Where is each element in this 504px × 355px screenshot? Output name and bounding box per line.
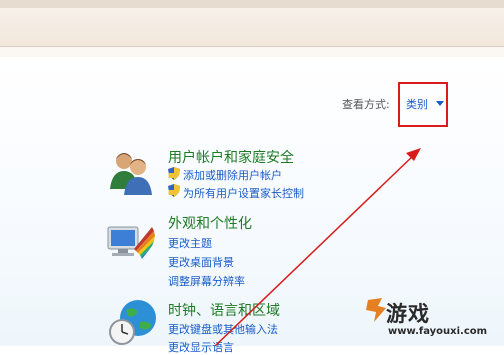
site-watermark: 游戏 www.fayouxi.com: [364, 294, 504, 346]
watermark-brand-text: 游戏: [386, 302, 430, 326]
watermark-logo-icon: [366, 298, 386, 322]
watermark-url-text: www.fayouxi.com: [388, 326, 488, 337]
